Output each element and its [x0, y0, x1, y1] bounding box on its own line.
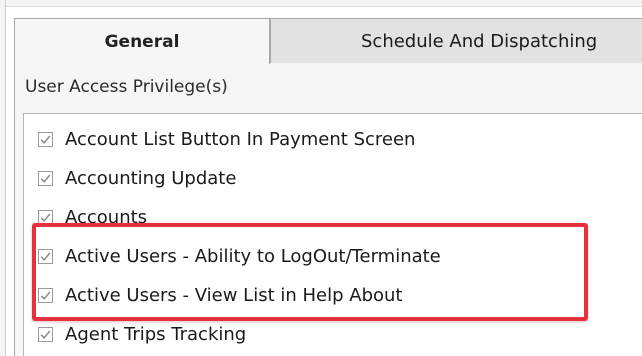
tab-schedule-and-dispatching[interactable]: Schedule And Dispatching	[270, 18, 642, 64]
list-item-label: Account List Button In Payment Screen	[65, 128, 416, 150]
checkmark-icon	[40, 213, 51, 222]
tab-general-label: General	[104, 31, 180, 52]
checkbox[interactable]	[38, 287, 53, 303]
privilege-item-accounts[interactable]: Accounts	[38, 197, 147, 237]
tab-general[interactable]: General	[14, 18, 270, 64]
privilege-item-active-users-view-list[interactable]: Active Users - View List in Help About	[38, 275, 402, 315]
privilege-item-agent-trips-tracking[interactable]: Agent Trips Tracking	[38, 314, 246, 354]
checkmark-icon	[40, 291, 51, 300]
checkmark-icon	[40, 174, 51, 183]
privilege-item-accounting-update[interactable]: Accounting Update	[38, 158, 236, 198]
list-item-label: Active Users - Ability to LogOut/Termina…	[65, 245, 441, 267]
list-item-label: Accounts	[65, 206, 148, 228]
list-item-label: Accounting Update	[65, 167, 237, 189]
checkbox[interactable]	[38, 170, 53, 186]
window-top-strip	[0, 0, 642, 7]
window-left-edge	[0, 0, 6, 356]
checkbox[interactable]	[38, 248, 53, 264]
privilege-item-account-list-button[interactable]: Account List Button In Payment Screen	[38, 119, 415, 159]
privileges-checklist[interactable]: Account List Button In Payment Screen Ac…	[23, 113, 642, 356]
checkmark-icon	[40, 330, 51, 339]
general-tab-panel: User Access Privilege(s) Account List Bu…	[14, 63, 642, 356]
privilege-item-active-users-logout[interactable]: Active Users - Ability to LogOut/Termina…	[38, 236, 441, 276]
tab-schedule-label: Schedule And Dispatching	[361, 30, 598, 52]
settings-window: General Schedule And Dispatching User Ac…	[0, 0, 642, 356]
list-item-label: Active Users - View List in Help About	[65, 284, 403, 306]
checkbox[interactable]	[38, 209, 53, 225]
checkmark-icon	[40, 252, 51, 261]
checkbox[interactable]	[38, 131, 53, 147]
tab-bar: General Schedule And Dispatching	[14, 18, 642, 64]
user-access-privileges-label: User Access Privilege(s)	[25, 77, 228, 97]
checkbox[interactable]	[38, 326, 53, 342]
list-item-label: Agent Trips Tracking	[65, 323, 247, 345]
checkmark-icon	[40, 135, 51, 144]
